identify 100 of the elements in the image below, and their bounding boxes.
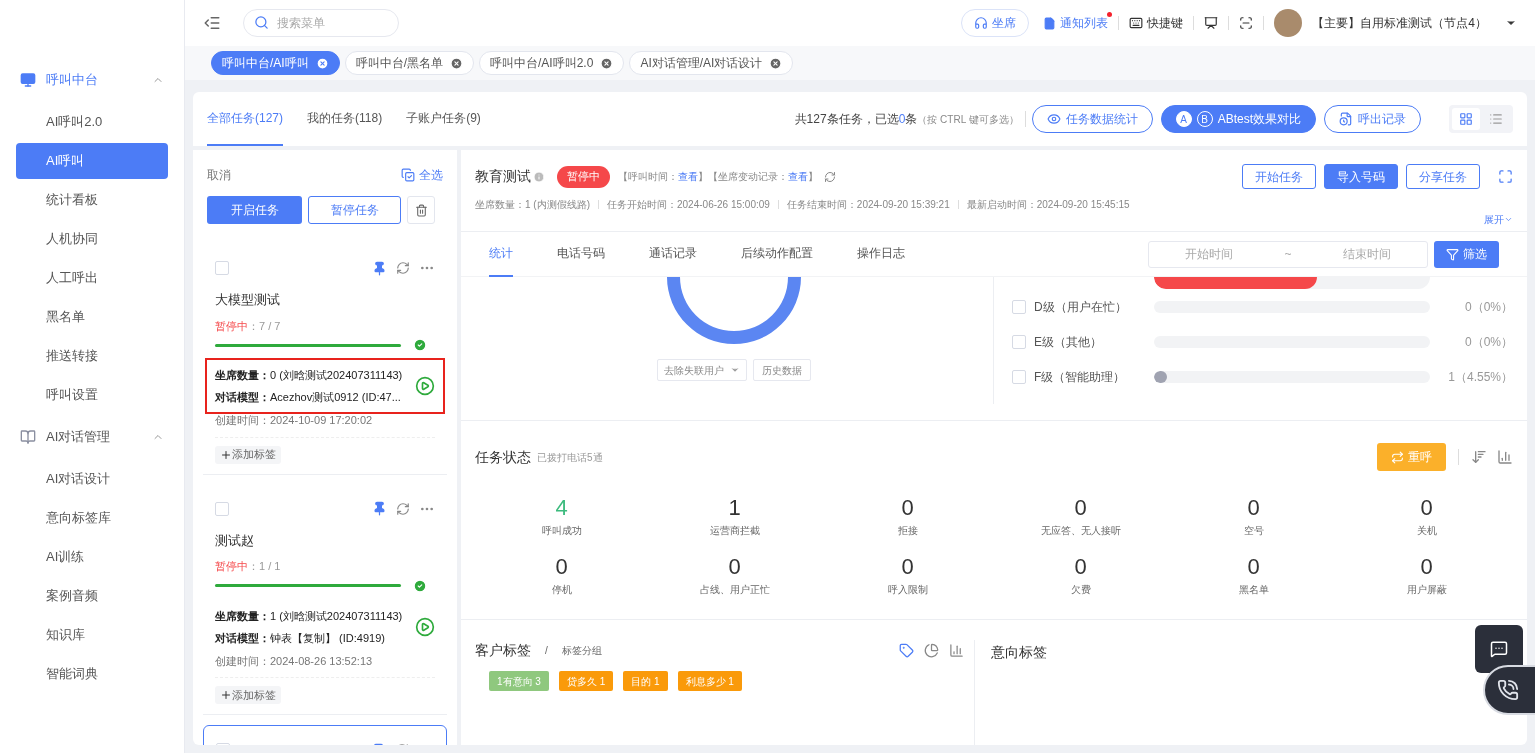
- add-tag-button[interactable]: 添加标签: [215, 445, 281, 464]
- abtest-button[interactable]: A B ABtest效果对比: [1160, 105, 1316, 133]
- menu-icon[interactable]: [203, 14, 221, 32]
- notification-list-button[interactable]: 通知列表: [1043, 14, 1109, 32]
- sidebar-item[interactable]: 推送转接: [16, 338, 168, 374]
- task-tab[interactable]: 我的任务(118): [307, 92, 383, 146]
- bar-chart-icon[interactable]: [949, 643, 964, 658]
- view-link[interactable]: 查看: [678, 171, 698, 182]
- grid-view-button[interactable]: [1452, 108, 1480, 130]
- info-icon[interactable]: [533, 170, 545, 183]
- view-link[interactable]: 查看: [788, 171, 808, 182]
- sidebar-item[interactable]: 黑名单: [16, 299, 168, 335]
- detail-tab[interactable]: 通话记录: [649, 231, 697, 277]
- stat-value: 1: [728, 494, 741, 522]
- sidebar-item[interactable]: 人机协同: [16, 221, 168, 257]
- filter-dropdown[interactable]: 去除失联用户: [657, 359, 747, 381]
- summary-text: 共127条任务，已选0条（按 CTRL 键可多选）: [794, 111, 1019, 128]
- sidebar-group[interactable]: AI对话管理: [0, 416, 184, 458]
- fullscreen-icon[interactable]: [1498, 169, 1513, 184]
- sidebar-item[interactable]: 智能词典: [16, 656, 168, 692]
- chat-widget[interactable]: [1475, 625, 1523, 673]
- grade-reading: 1（4.55%）: [1447, 368, 1513, 386]
- sidebar-item[interactable]: 人工呼出: [16, 260, 168, 296]
- shortcuts-button[interactable]: 快捷键: [1129, 14, 1184, 32]
- start-date-input[interactable]: 开始时间: [1164, 245, 1255, 263]
- sidebar-item[interactable]: 案例音频: [16, 578, 168, 614]
- delete-button[interactable]: [407, 196, 435, 224]
- checkbox[interactable]: [1012, 334, 1026, 349]
- refresh-icon[interactable]: [396, 261, 410, 275]
- page-tab[interactable]: 呼叫中台/AI呼叫2.0: [479, 51, 625, 75]
- end-date-input[interactable]: 结束时间: [1321, 245, 1412, 263]
- play-icon[interactable]: [415, 616, 435, 637]
- pin-icon[interactable]: [372, 501, 387, 516]
- sidebar-item[interactable]: AI训练: [16, 539, 168, 575]
- screen-icon[interactable]: [1204, 16, 1219, 30]
- pie-chart-icon[interactable]: [924, 643, 939, 658]
- sidebar-group[interactable]: 呼叫中台: [0, 59, 184, 101]
- detail-action-button[interactable]: 开始任务: [1242, 164, 1316, 189]
- refresh-icon[interactable]: [824, 170, 836, 183]
- refresh-icon[interactable]: [396, 501, 410, 516]
- task-card[interactable]: 测试赵 暂停中：1 / 1 坐席数量：1 (刘晗测试202407311143) 对话模型：钟表【复制】 (ID:4919) 创建时间：2024-08-26 13:52:13 添加标签: [203, 484, 447, 715]
- screenshot-icon[interactable]: [1239, 16, 1254, 30]
- section-subtitle: 标签分组: [561, 644, 602, 658]
- account-name[interactable]: 【主要】自用标准测试（节点4）: [1312, 14, 1487, 32]
- detail-tab[interactable]: 电话号码: [557, 231, 605, 277]
- tag-chip: 利息多少 1: [677, 671, 742, 691]
- play-icon[interactable]: [415, 376, 435, 396]
- stat-value: 4: [555, 494, 568, 522]
- history-button[interactable]: 历史数据: [753, 359, 811, 381]
- call-records-button[interactable]: 呼出记录: [1324, 105, 1421, 133]
- stat-label: 用户屏蔽: [1406, 583, 1447, 597]
- expand-link[interactable]: 展开: [1484, 212, 1513, 227]
- detail-tab[interactable]: 统计: [489, 231, 513, 277]
- grade-label: E级（其他）: [1034, 333, 1103, 351]
- avatar[interactable]: [1274, 9, 1303, 37]
- grid-icon: [1459, 112, 1473, 126]
- stat-value: 0: [1420, 553, 1433, 581]
- letter-badge: A: [1175, 111, 1192, 127]
- checkbox[interactable]: [1012, 299, 1026, 314]
- detail-action-button[interactable]: 导入号码: [1324, 164, 1398, 189]
- detail-tab[interactable]: 后续动作配置: [741, 231, 813, 277]
- phone-icon: [1497, 679, 1519, 701]
- select-all-button[interactable]: 全选: [401, 166, 443, 184]
- stat-value: 0: [1247, 553, 1260, 581]
- task-tab[interactable]: 子账户任务(9): [406, 92, 481, 146]
- stat-label: 拒接: [897, 524, 918, 538]
- filter-button[interactable]: 筛选: [1434, 240, 1499, 268]
- sidebar-item[interactable]: 知识库: [16, 617, 168, 653]
- call-widget[interactable]: [1483, 665, 1535, 715]
- sidebar-item[interactable]: AI呼叫2.0: [16, 104, 168, 140]
- checkbox[interactable]: [215, 261, 229, 275]
- sidebar-item[interactable]: 意向标签库: [16, 500, 168, 536]
- task-tab[interactable]: 全部任务(127): [207, 92, 283, 146]
- sort-icon[interactable]: [1471, 449, 1487, 465]
- add-tag-button[interactable]: 添加标签: [215, 686, 281, 704]
- search-icon: [254, 15, 269, 30]
- stat-label: 黑名单: [1238, 583, 1269, 597]
- page-tab[interactable]: AI对话管理/AI对话设计: [629, 51, 794, 75]
- pause-task-button[interactable]: 暂停任务: [308, 196, 401, 224]
- page-tab[interactable]: 呼叫中台/AI呼叫: [211, 51, 340, 75]
- sidebar-item[interactable]: 统计看板: [16, 182, 168, 218]
- status-label: 暂停中: [215, 319, 248, 332]
- start-task-button[interactable]: 开启任务: [207, 196, 302, 224]
- task-stats-button[interactable]: 任务数据统计: [1031, 105, 1153, 133]
- page-tab[interactable]: 呼叫中台/黑名单: [344, 51, 474, 75]
- search-field[interactable]: 搜索菜单: [243, 9, 399, 37]
- detail-tab[interactable]: 操作日志: [857, 231, 905, 277]
- tag-icon[interactable]: [899, 643, 914, 658]
- checkbox[interactable]: [1012, 369, 1026, 384]
- pin-icon[interactable]: [372, 260, 387, 276]
- checkbox[interactable]: [215, 501, 229, 516]
- cancel-link[interactable]: 取消: [207, 166, 401, 184]
- close-icon[interactable]: [315, 56, 329, 70]
- sidebar-item[interactable]: AI对话设计: [16, 461, 168, 497]
- created-time: 创建时间：2024-10-09 17:20:02: [215, 413, 374, 428]
- detail-action-button[interactable]: 分享任务: [1406, 164, 1480, 189]
- sidebar-item[interactable]: AI呼叫: [16, 143, 168, 179]
- sidebar-item[interactable]: 呼叫设置: [16, 377, 168, 413]
- task-card[interactable]: 大模型测试 暂停中：7 / 7 坐席数量：0 (刘晗测试202407311143) 对话模型：Acezhov测试0912 (ID:47... 创建时间：2024-10-09 17:20:02 添加标签: [203, 244, 447, 475]
- bar-chart-icon[interactable]: [1497, 449, 1513, 465]
